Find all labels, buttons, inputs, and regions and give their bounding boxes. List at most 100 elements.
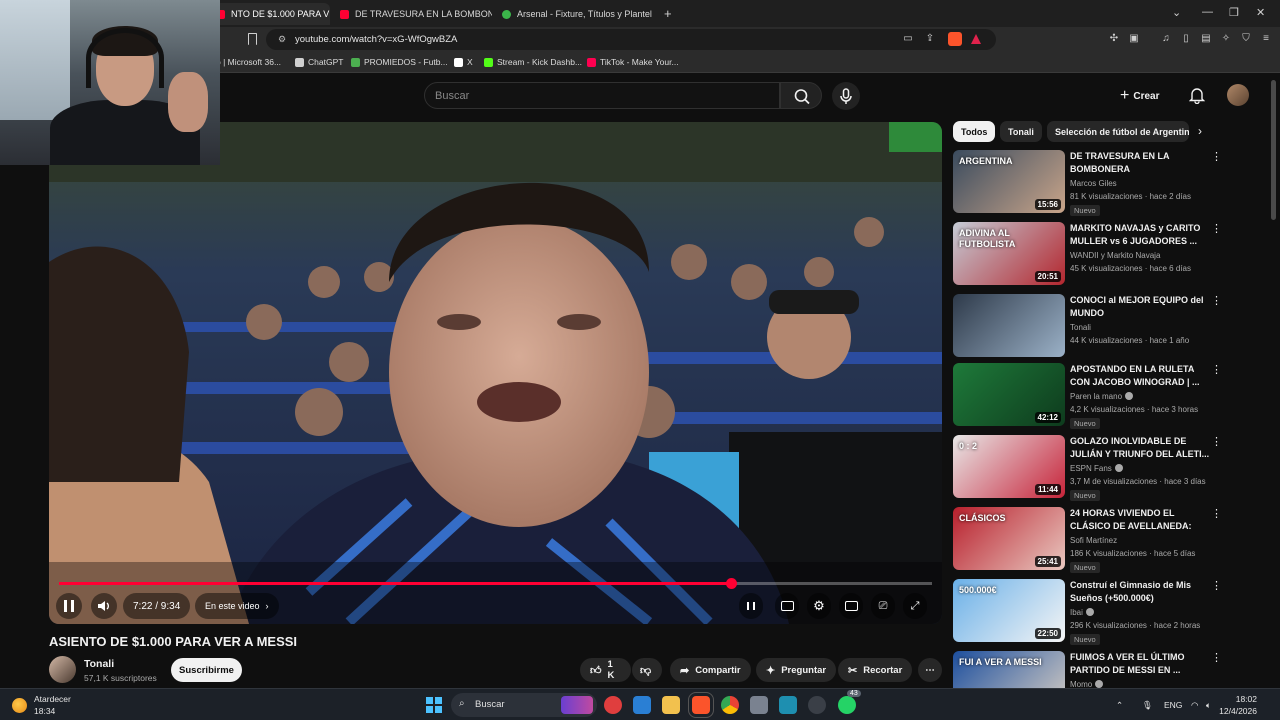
recommendation-item[interactable]: 42:12 APOSTANDO EN LA RULETA CON JACOBO W… (953, 363, 1233, 429)
share-icon[interactable]: ⇪ (924, 33, 936, 45)
chip-todos[interactable]: Todos (953, 121, 996, 142)
mute-button[interactable] (91, 593, 117, 619)
media-player-app-icon[interactable] (604, 696, 622, 714)
clock-date[interactable]: 12/4/2026 (1217, 706, 1257, 716)
weather-label[interactable]: Atardecer (34, 694, 71, 704)
subscribe-button[interactable]: Suscribirme (171, 658, 242, 682)
bookmark-microsoft[interactable]: o | Microsoft 36... (216, 57, 281, 67)
tab-list-chevron-icon[interactable]: ⌄ (1172, 6, 1181, 19)
app-icon[interactable] (750, 696, 768, 714)
recommendation-title[interactable]: CONOCI al MEJOR EQUIPO del MUNDO (1070, 294, 1210, 320)
ask-button[interactable]: ✦ Preguntar (756, 658, 837, 682)
vpn-icon[interactable]: ⛉ (1240, 33, 1252, 45)
search-button[interactable] (780, 82, 822, 109)
video-thumbnail[interactable]: 0 : 2 11:44 (953, 435, 1065, 498)
more-vertical-icon[interactable]: ⋮ (1211, 653, 1222, 664)
miniplayer-button[interactable] (839, 593, 863, 619)
site-info-icon[interactable]: ⚙ (276, 33, 288, 45)
tab-arsenal[interactable]: Arsenal - Fixture, Títulos y Plantel en (494, 3, 654, 25)
recommendation-item[interactable]: 0 : 2 11:44 GOLAZO INOLVIDABLE DE JULIÁN Y… (953, 435, 1233, 501)
recommendation-item[interactable]: CLÁSICOS 25:41 24 HORAS VIVIENDO EL CLÁSIC… (953, 507, 1233, 573)
chapter-button[interactable]: En este video › (195, 593, 279, 619)
recommendation-channel[interactable]: Paren la mano (1070, 392, 1134, 401)
video-thumbnail[interactable]: ADIVINA AL FUTBOLISTA 20:51 (953, 222, 1065, 285)
chips-next-chevron-icon[interactable]: › (1198, 124, 1202, 138)
app-icon[interactable] (779, 696, 797, 714)
url-text[interactable]: youtube.com/watch?v=xG-WfOgwBZA (295, 34, 457, 45)
extensions-icon[interactable]: ✣ (1108, 33, 1120, 45)
autoplay-toggle[interactable] (739, 593, 763, 619)
recommendation-channel[interactable]: Sofi Martínez (1070, 536, 1117, 545)
chip-seleccion[interactable]: Selección de fútbol de Argentin (1047, 121, 1189, 142)
media-icon[interactable]: ♫ (1160, 33, 1172, 45)
speaker-icon[interactable]: 🔈︎ (1206, 700, 1211, 711)
channel-name[interactable]: Tonali (84, 658, 114, 670)
recommendation-channel[interactable]: ESPN Fans (1070, 464, 1123, 473)
recommendation-channel[interactable]: Marcos Giles (1070, 179, 1117, 188)
clock-time[interactable]: 18:02 (1217, 694, 1257, 704)
bookmark-kick[interactable]: Stream - Kick Dashb... (484, 57, 582, 67)
minimize-icon[interactable]: — (1202, 6, 1213, 18)
recommendation-title[interactable]: 24 HORAS VIVIENDO EL CLÁSICO DE AVELLANE… (1070, 507, 1210, 533)
video-player[interactable]: 7:22 / 9:34 En este video › ⚙ ⎚ ⤢ (49, 122, 942, 624)
dislike-button[interactable]: 👎︎ (632, 658, 662, 682)
screenshot-icon[interactable]: ▣ (1128, 33, 1140, 45)
recommendation-title[interactable]: Construí el Gimnasio de Mis Sueños (+500… (1070, 579, 1210, 605)
search-input[interactable]: Buscar (424, 82, 780, 109)
bookmark-x[interactable]: X (454, 57, 473, 67)
bookmark-chatgpt[interactable]: ChatGPT (295, 57, 343, 67)
more-vertical-icon[interactable]: ⋮ (1211, 152, 1222, 163)
install-app-icon[interactable]: ▭ (902, 33, 914, 45)
bookmark-page-icon[interactable] (248, 33, 257, 45)
like-button[interactable]: 👍︎ 1 K (580, 658, 631, 682)
create-button[interactable]: + Crear (1120, 85, 1159, 107)
more-actions-button[interactable]: ⋯ (918, 658, 942, 682)
recommendation-title[interactable]: DE TRAVESURA EN LA BOMBONERA (1070, 150, 1210, 176)
share-button[interactable]: ➦ Compartir (670, 658, 751, 682)
voice-search-button[interactable] (832, 82, 860, 110)
wifi-icon[interactable]: ◠ (1191, 700, 1198, 711)
recommendation-title[interactable]: FUIMOS A VER EL ÚLTIMO PARTIDO DE MESSI … (1070, 651, 1210, 677)
wallet-icon[interactable]: ▤ (1200, 33, 1212, 45)
settings-button[interactable]: ⚙ (807, 593, 831, 619)
whatsapp-app-icon[interactable]: 43 (838, 690, 861, 714)
fullscreen-button[interactable]: ⤢ (903, 593, 927, 619)
video-thumbnail[interactable]: 500.000€ 22:50 (953, 579, 1065, 642)
recommendation-channel[interactable]: Ibai (1070, 608, 1094, 617)
recommendation-item[interactable]: 500.000€ 22:50 Construí el Gimnasio de Mis… (953, 579, 1233, 645)
tab-bombonera[interactable]: DE TRAVESURA EN LA BOMBONERA (332, 3, 492, 25)
recommendation-item[interactable]: ADIVINA AL FUTBOLISTA 20:51 MARKITO NAVAJA… (953, 222, 1233, 288)
more-vertical-icon[interactable]: ⋮ (1211, 581, 1222, 592)
more-vertical-icon[interactable]: ⋮ (1211, 224, 1222, 235)
sidebar-icon[interactable]: ▯ (1180, 33, 1192, 45)
account-avatar[interactable] (1227, 84, 1249, 106)
language-indicator[interactable]: ENG (1164, 700, 1182, 710)
video-thumbnail[interactable]: ARGENTINA 15:56 (953, 150, 1065, 213)
vscode-app-icon[interactable] (633, 696, 651, 714)
windows-start-icon[interactable] (426, 697, 442, 713)
restore-icon[interactable]: ❐ (1229, 6, 1239, 19)
chip-tonali[interactable]: Tonali (1000, 121, 1042, 142)
recommendation-title[interactable]: MARKITO NAVAJAS y CARITO MULLER vs 6 JUG… (1070, 222, 1210, 248)
menu-icon[interactable]: ≡ (1260, 33, 1272, 45)
close-window-icon[interactable]: ✕ (1256, 6, 1265, 19)
recommendation-item[interactable]: CONOCI al MEJOR EQUIPO del MUNDO Tonali 44… (953, 294, 1233, 360)
bookmark-tiktok[interactable]: TikTok - Make Your... (587, 57, 679, 67)
tab-active[interactable]: NTO DE $1.000 PARA VER ✕ (208, 3, 330, 25)
more-vertical-icon[interactable]: ⋮ (1211, 365, 1222, 376)
chrome-app-icon[interactable] (721, 696, 739, 714)
clip-button[interactable]: ✂ Recortar (838, 658, 913, 682)
bookmark-promiedos[interactable]: PROMIEDOS - Futb... (351, 57, 448, 67)
recommendation-title[interactable]: GOLAZO INOLVIDABLE DE JULIÁN Y TRIUNFO D… (1070, 435, 1210, 461)
recommendation-channel[interactable]: WANDII y Markito Navaja (1070, 251, 1160, 260)
subtitles-button[interactable] (775, 593, 799, 619)
file-explorer-app-icon[interactable] (662, 696, 680, 714)
brave-shields-icon[interactable] (948, 32, 962, 46)
cast-button[interactable]: ⎚ (871, 593, 895, 619)
brave-app-icon[interactable] (688, 692, 714, 718)
brave-rewards-icon[interactable] (971, 34, 981, 44)
new-tab-icon[interactable]: + (664, 6, 672, 21)
recommendation-channel[interactable]: Tonali (1070, 323, 1091, 332)
more-vertical-icon[interactable]: ⋮ (1211, 509, 1222, 520)
taskbar-search[interactable]: ⌕ Buscar (451, 693, 597, 717)
